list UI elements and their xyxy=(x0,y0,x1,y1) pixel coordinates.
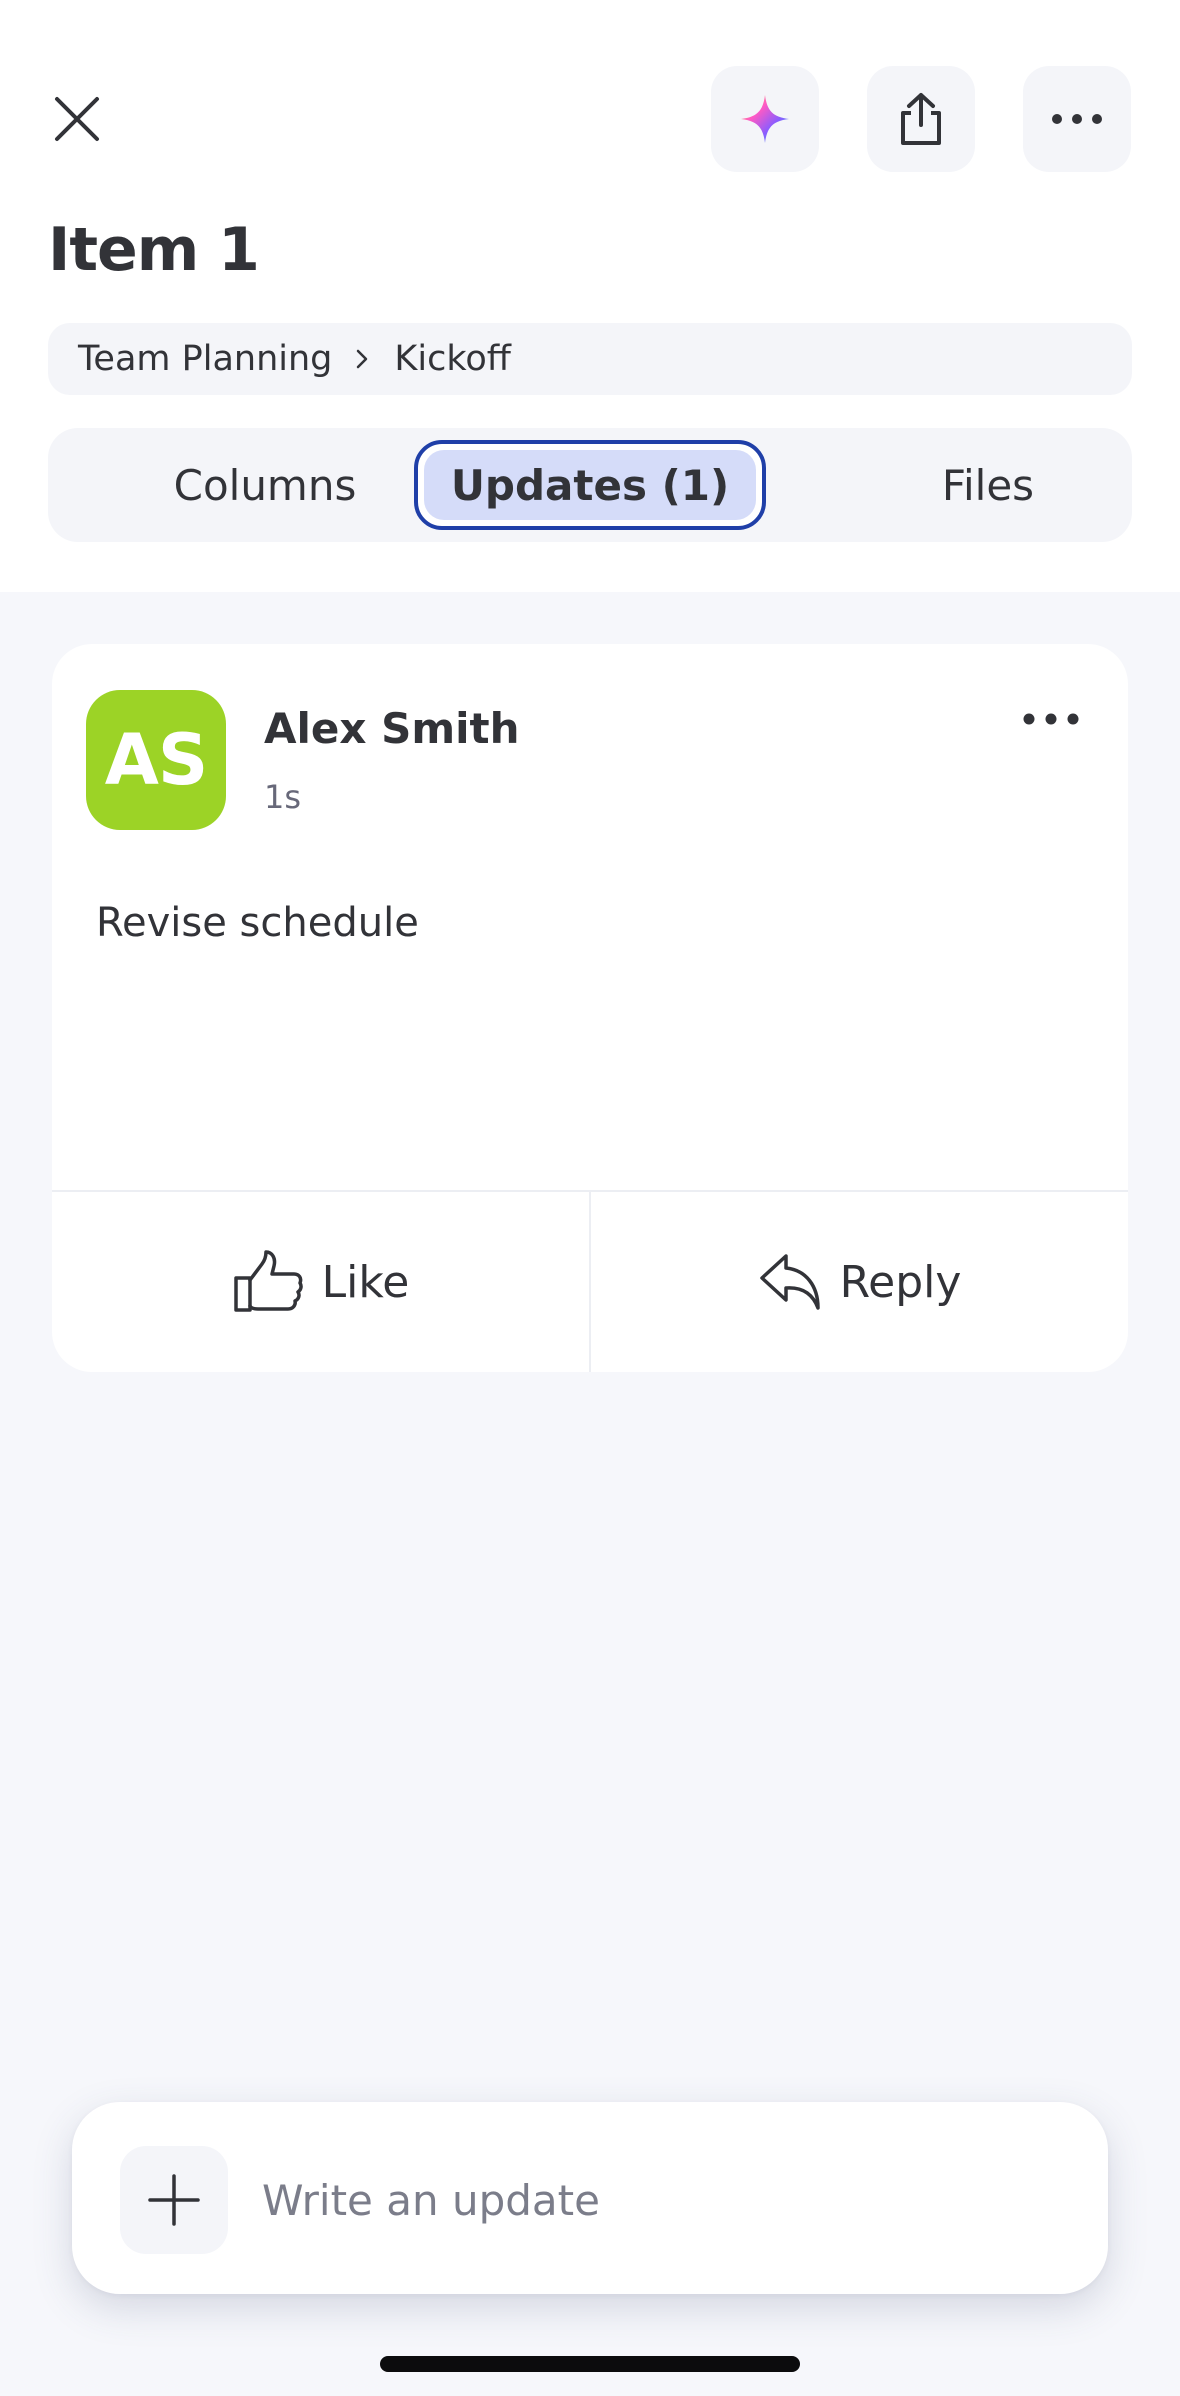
item-tabs: Columns Updates (1) Files xyxy=(48,428,1132,542)
breadcrumb-group[interactable]: Kickoff xyxy=(394,339,510,379)
close-button[interactable] xyxy=(36,78,118,160)
plus-icon xyxy=(148,2174,200,2226)
chevron-right-icon xyxy=(354,347,370,371)
sparkle-icon xyxy=(741,95,789,143)
item-header: Item 1 Team Planning Kickoff Columns Upd… xyxy=(0,0,1180,592)
thumbs-up-icon xyxy=(233,1250,303,1312)
reply-label: Reply xyxy=(839,1256,962,1308)
item-detail-screen: Item 1 Team Planning Kickoff Columns Upd… xyxy=(0,0,1180,2396)
update-composer xyxy=(72,2102,1108,2294)
reply-button[interactable]: Reply xyxy=(591,1192,1128,1372)
breadcrumb-board[interactable]: Team Planning xyxy=(78,339,332,379)
home-indicator[interactable] xyxy=(380,2356,800,2372)
update-author[interactable]: Alex Smith xyxy=(264,704,520,753)
share-icon xyxy=(901,93,941,145)
more-options-button[interactable] xyxy=(1023,66,1131,172)
tab-files[interactable]: Files xyxy=(838,428,1138,542)
tab-updates-label: Updates (1) xyxy=(424,450,756,520)
tab-updates[interactable]: Updates (1) xyxy=(414,440,766,530)
more-horizontal-icon xyxy=(1052,114,1102,124)
like-label: Like xyxy=(321,1256,410,1308)
item-title: Item 1 xyxy=(48,215,260,285)
breadcrumb: Team Planning Kickoff xyxy=(48,323,1132,395)
reply-icon xyxy=(759,1254,820,1310)
tab-columns[interactable]: Columns xyxy=(100,428,430,542)
update-card: AS Alex Smith 1s Revise schedule Like Re… xyxy=(52,644,1128,1372)
like-button[interactable]: Like xyxy=(52,1192,589,1372)
share-button[interactable] xyxy=(867,66,975,172)
more-horizontal-icon xyxy=(1023,713,1079,725)
ai-assistant-button[interactable] xyxy=(711,66,819,172)
update-input[interactable] xyxy=(262,2148,1062,2252)
avatar[interactable]: AS xyxy=(86,690,226,830)
update-more-button[interactable] xyxy=(1006,684,1096,754)
update-body: Revise schedule xyxy=(96,900,419,946)
add-attachment-button[interactable] xyxy=(120,2146,228,2254)
update-timestamp: 1s xyxy=(264,778,302,816)
close-icon xyxy=(55,97,99,141)
